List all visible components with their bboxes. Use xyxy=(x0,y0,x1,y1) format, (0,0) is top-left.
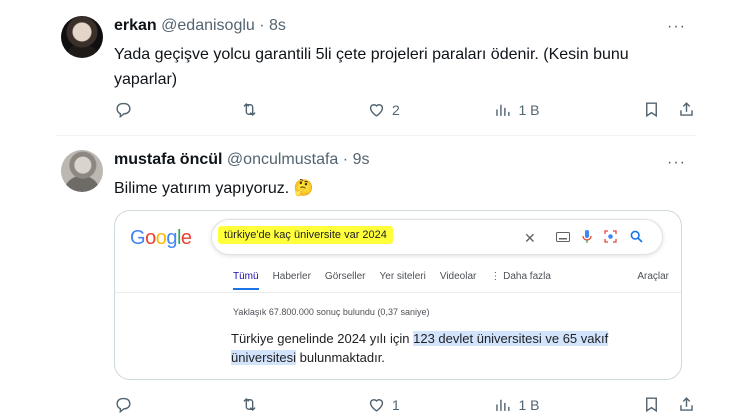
views-count: 1 B xyxy=(518,396,540,413)
heart-icon xyxy=(369,399,384,412)
tab-videos: Videolar xyxy=(439,271,477,282)
username[interactable]: mustafa öncül xyxy=(114,151,222,168)
more-options-icon[interactable]: ··· xyxy=(667,154,686,172)
google-logo: Google xyxy=(130,227,192,250)
search-query: türkiye'de kaç üniversite var 2024 xyxy=(218,226,393,244)
separator-dot: · xyxy=(342,151,349,168)
active-tab-underline xyxy=(233,288,259,290)
username[interactable]: erkan xyxy=(114,17,157,34)
logo-letter: o xyxy=(145,227,156,249)
logo-letter: G xyxy=(130,227,146,249)
microphone-icon xyxy=(582,230,592,247)
heart-icon xyxy=(369,104,384,117)
reply-icon xyxy=(116,102,131,119)
result-stats: Yaklaşık 67.800.000 sonuç bulundu (0,37 … xyxy=(233,307,430,317)
logo-letter: g xyxy=(166,227,177,249)
clear-icon: ✕ xyxy=(524,230,536,246)
tweet-actions: 2 1 B xyxy=(114,100,696,119)
avatar[interactable] xyxy=(61,150,103,192)
user-handle[interactable]: @onculmustafa xyxy=(227,151,338,168)
lens-icon xyxy=(604,230,617,246)
like-button[interactable]: 2 xyxy=(367,100,407,119)
views-chart-icon xyxy=(496,104,510,116)
tweet[interactable]: erkan @edanisoglu · 8s ··· Yada geçişve … xyxy=(56,0,696,136)
tweet-header: erkan @edanisoglu · 8s xyxy=(114,17,286,35)
timestamp[interactable]: 9s xyxy=(353,151,370,168)
share-icon[interactable] xyxy=(677,100,696,119)
tab-news: Haberler xyxy=(272,271,311,282)
user-handle[interactable]: @edanisoglu xyxy=(161,17,255,34)
tab-places: Yer siteleri xyxy=(379,271,426,282)
tab-more: ⋮ Daha fazla xyxy=(490,271,551,282)
like-count: 1 xyxy=(391,396,400,413)
share-group xyxy=(626,100,696,119)
more-options-icon[interactable]: ··· xyxy=(667,18,686,36)
google-search-box: türkiye'de kaç üniversite var 2024 ✕ xyxy=(211,219,663,255)
reply-button[interactable] xyxy=(114,395,154,414)
bookmark-icon[interactable] xyxy=(642,395,661,414)
retweet-button[interactable] xyxy=(240,395,280,414)
like-count: 2 xyxy=(391,101,400,118)
bookmark-icon[interactable] xyxy=(642,100,661,119)
tweet-text: Bilime yatırım yapıyoruz. 🤔 xyxy=(114,180,314,197)
tweet-header: mustafa öncül @onculmustafa · 9s xyxy=(114,151,369,169)
retweet-button[interactable] xyxy=(240,100,280,119)
answer-text: bulunmaktadır. xyxy=(296,350,385,365)
featured-answer: Türkiye genelinde 2024 yılı için 123 dev… xyxy=(231,329,631,367)
tab-all: Tümü xyxy=(233,271,259,282)
reply-icon xyxy=(116,397,131,414)
google-tabs: Tümü Haberler Görseller Yer siteleri Vid… xyxy=(233,271,551,282)
tweet[interactable]: mustafa öncül @onculmustafa · 9s ··· Bil… xyxy=(56,136,696,420)
answer-text: Türkiye genelinde 2024 yılı için xyxy=(231,331,414,346)
tab-images: Görseller xyxy=(324,271,366,282)
logo-letter: o xyxy=(155,227,167,249)
separator-dot: · xyxy=(259,17,265,34)
keyboard-icon xyxy=(556,230,570,245)
attached-image-google-search[interactable]: Google türkiye'de kaç üniversite var 202… xyxy=(114,210,682,380)
reply-button[interactable] xyxy=(114,100,154,119)
like-button[interactable]: 1 xyxy=(367,395,407,414)
views-button[interactable]: 1 B xyxy=(493,395,539,414)
share-group xyxy=(626,395,696,414)
retweet-icon xyxy=(243,397,257,412)
logo-letter: e xyxy=(180,227,192,249)
share-icon[interactable] xyxy=(677,395,696,414)
views-chart-icon xyxy=(496,399,510,411)
avatar[interactable] xyxy=(61,16,103,58)
views-count: 1 B xyxy=(518,101,540,118)
tweet-text: Yada geçişve yolcu garantili 5li çete pr… xyxy=(114,46,629,88)
divider xyxy=(115,292,681,293)
retweet-icon xyxy=(243,102,257,117)
views-button[interactable]: 1 B xyxy=(493,100,539,119)
search-icon xyxy=(630,230,643,246)
timestamp[interactable]: 8s xyxy=(269,17,286,34)
tweet-actions: 1 1 B xyxy=(114,395,696,414)
tools-link: Araçlar xyxy=(637,271,669,282)
